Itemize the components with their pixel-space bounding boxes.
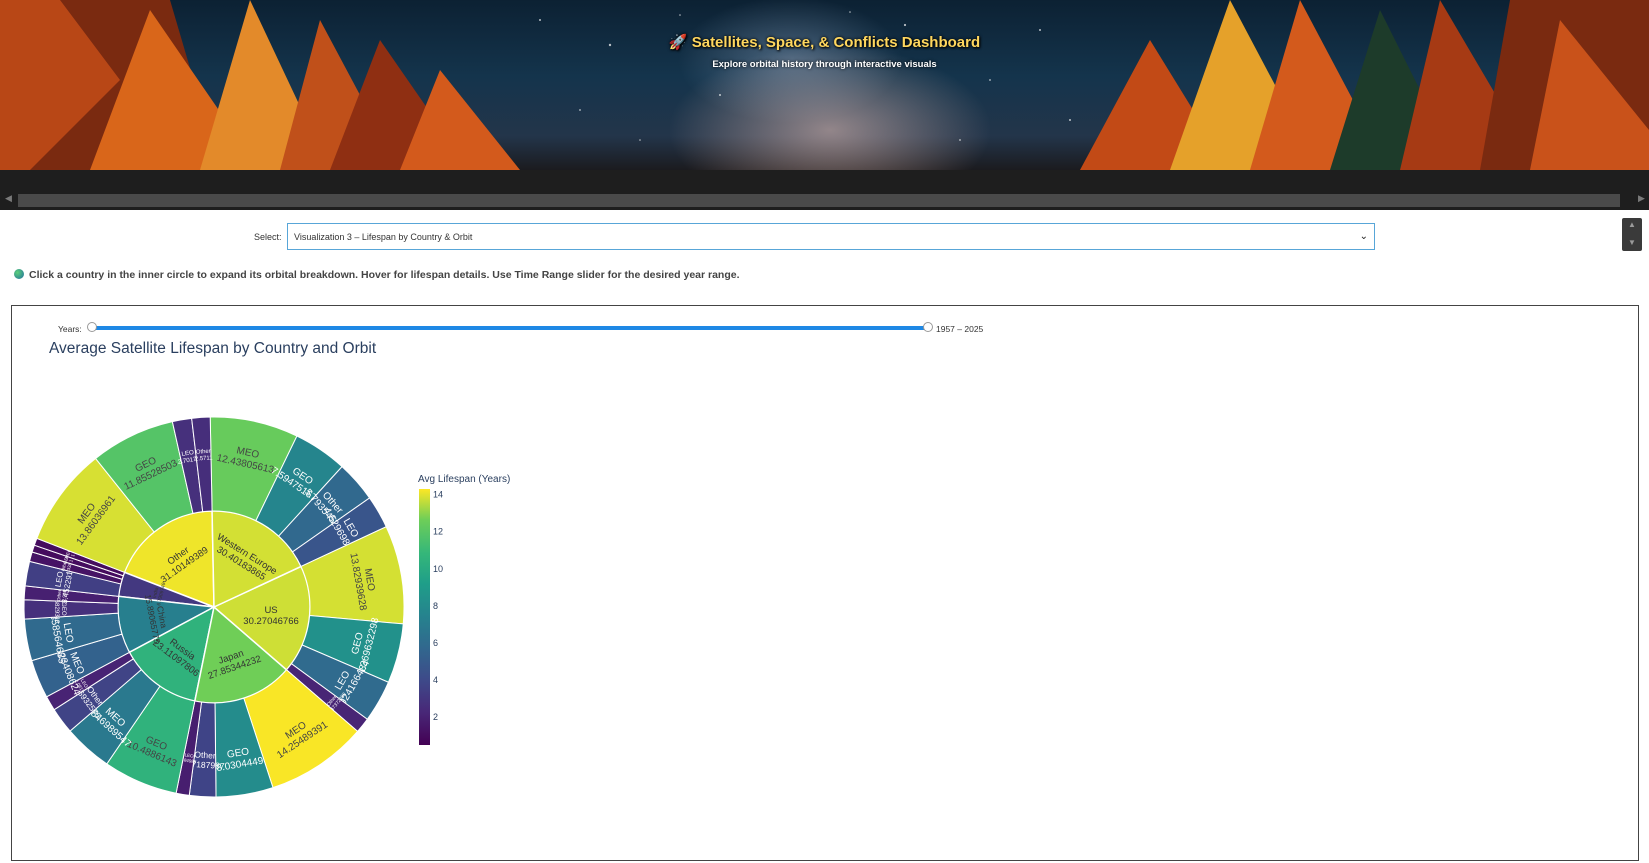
- sunburst-chart: MEO12.43805613GEO7.594751679Other5.79354…: [23, 416, 510, 798]
- orbit-segment-label: Other2.5711: [194, 449, 212, 463]
- sunburst-group: MEO12.43805613GEO7.594751679Other5.79354…: [23, 416, 405, 798]
- colorbar-tick-label: 12: [433, 527, 443, 537]
- colorbar-tick-label: 8: [433, 601, 438, 611]
- colorbar-title: Avg Lifespan (Years): [418, 474, 510, 485]
- colorbar-tick-label: 2: [433, 712, 438, 722]
- colorbar-tick-label: 10: [433, 564, 443, 574]
- colorbar-ticks: 2 4 6 8 10 12 14: [433, 490, 443, 723]
- colorbar-tick-label: 6: [433, 638, 438, 648]
- colorbar-tick-label: 4: [433, 675, 438, 685]
- colorbar: [419, 489, 430, 745]
- colorbar-tick-label: 14: [433, 490, 443, 500]
